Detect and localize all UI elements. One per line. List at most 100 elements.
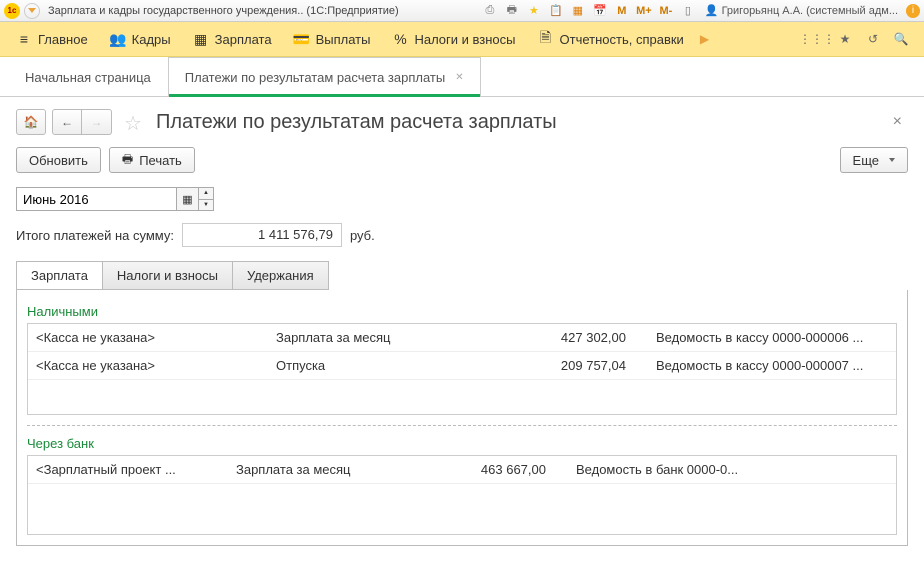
history-icon[interactable]: ↺: [864, 30, 882, 48]
printer-icon: 🖶: [122, 150, 133, 171]
nav-reports[interactable]: 🗎 Отчетность, справки: [528, 22, 694, 56]
action-buttons-row: Обновить 🖶 Печать Еще: [16, 147, 908, 173]
memory-mminus-icon[interactable]: М-: [657, 3, 675, 19]
page-title: Платежи по результатам расчета зарплаты: [156, 111, 557, 134]
cash-cell-account: <Касса не указана>: [36, 358, 276, 373]
search-icon[interactable]: 🔍: [892, 30, 910, 48]
table-row-empty: [28, 380, 896, 414]
nav-reports-label: Отчетность, справки: [560, 32, 684, 47]
nav-personnel-label: Кадры: [132, 32, 171, 47]
subtab-deductions[interactable]: Удержания: [233, 262, 328, 289]
page-close-button[interactable]: ×: [887, 113, 908, 131]
page-title-row: 🏠 ← → ☆ Платежи по результатам расчета з…: [16, 109, 908, 135]
calculator-icon[interactable]: ▦: [569, 3, 587, 19]
wallet-icon: 💳: [294, 31, 310, 47]
tab-close-icon[interactable]: ✕: [455, 72, 463, 83]
star-nav-icon[interactable]: ★: [836, 30, 854, 48]
home-button[interactable]: 🏠: [16, 109, 46, 135]
table-row[interactable]: <Касса не указана> Отпуска 209 757,04 Ве…: [28, 352, 896, 380]
bank-cell-doc: Ведомость в банк 0000-0...: [576, 462, 888, 477]
table-row[interactable]: <Зарплатный проект ... Зарплата за месяц…: [28, 456, 896, 484]
period-selector: ▦ ▲ ▼: [16, 187, 908, 211]
people-icon: 👥: [110, 31, 126, 47]
subtabs: Зарплата Налоги и взносы Удержания: [16, 261, 329, 290]
refresh-label: Обновить: [29, 153, 88, 168]
calendar-icon[interactable]: 📅: [591, 3, 609, 19]
memory-mplus-icon[interactable]: М+: [635, 3, 653, 19]
more-button[interactable]: Еще: [840, 147, 908, 173]
more-label: Еще: [853, 153, 879, 168]
section-bank-title: Через банк: [27, 436, 897, 451]
subtab-taxes[interactable]: Налоги и взносы: [103, 262, 233, 289]
back-button[interactable]: ←: [52, 109, 82, 135]
window-title: Зарплата и кадры государственного учрежд…: [48, 5, 399, 17]
table-row-empty: [28, 484, 896, 534]
info-icon[interactable]: i: [906, 4, 920, 18]
period-up-button[interactable]: ▲: [199, 188, 213, 200]
period-input[interactable]: [16, 187, 176, 211]
nav-main[interactable]: ≡ Главное: [6, 22, 98, 56]
print-icon[interactable]: 🖶: [503, 3, 521, 19]
calculator-nav-icon: ▦: [193, 31, 209, 47]
tab-start-page[interactable]: Начальная страница: [8, 57, 168, 96]
total-row: Итого платежей на сумму: 1 411 576,79 ру…: [16, 223, 908, 247]
print-preview-icon[interactable]: ⎙: [481, 3, 499, 19]
section-cash-title: Наличными: [27, 304, 897, 319]
app-menu-dropdown[interactable]: [24, 3, 40, 19]
cash-cell-type: Зарплата за месяц: [276, 330, 536, 345]
nav-salary[interactable]: ▦ Зарплата: [183, 22, 282, 56]
document-icon: 🗎: [538, 31, 554, 47]
nav-more-arrow-icon[interactable]: ▶: [696, 32, 713, 46]
cash-cell-doc: Ведомость в кассу 0000-000007 ...: [656, 358, 888, 373]
page-content: 🏠 ← → ☆ Платежи по результатам расчета з…: [0, 97, 924, 562]
subtab-panel: Наличными <Касса не указана> Зарплата за…: [16, 290, 908, 546]
main-toolbar: ≡ Главное 👥 Кадры ▦ Зарплата 💳 Выплаты %…: [0, 22, 924, 57]
bank-grid: <Зарплатный проект ... Зарплата за месяц…: [27, 455, 897, 535]
cash-grid: <Касса не указана> Зарплата за месяц 427…: [27, 323, 897, 415]
tab-payments[interactable]: Платежи по результатам расчета зарплаты …: [168, 57, 481, 96]
refresh-button[interactable]: Обновить: [16, 147, 101, 173]
subtab-salary[interactable]: Зарплата: [17, 262, 103, 289]
cash-cell-amount: 427 302,00: [536, 330, 656, 345]
memory-m-icon[interactable]: М: [613, 3, 631, 19]
window-titlebar: 1c Зарплата и кадры государственного учр…: [0, 0, 924, 22]
nav-main-label: Главное: [38, 32, 88, 47]
total-label: Итого платежей на сумму:: [16, 228, 174, 243]
cash-cell-doc: Ведомость в кассу 0000-000006 ...: [656, 330, 888, 345]
cash-cell-account: <Касса не указана>: [36, 330, 276, 345]
hamburger-icon: ≡: [16, 31, 32, 47]
app-logo-icon: 1c: [4, 3, 20, 19]
user-label: Григорьянц А.А. (системный адм...: [722, 5, 898, 17]
cash-cell-type: Отпуска: [276, 358, 536, 373]
nav-taxes-label: Налоги и взносы: [414, 32, 515, 47]
section-divider: [27, 425, 897, 426]
bank-cell-type: Зарплата за месяц: [236, 462, 456, 477]
cash-cell-amount: 209 757,04: [536, 358, 656, 373]
bank-cell-account: <Зарплатный проект ...: [36, 462, 236, 477]
page-favorite-icon[interactable]: ☆: [124, 111, 146, 133]
print-label: Печать: [139, 153, 182, 168]
total-value: 1 411 576,79: [182, 223, 342, 247]
clipboard-icon[interactable]: 📋: [547, 3, 565, 19]
favorite-icon[interactable]: ★: [525, 3, 543, 19]
current-user[interactable]: 👤 Григорьянц А.А. (системный адм...: [705, 4, 898, 17]
nav-back-forward: ← →: [52, 109, 112, 135]
tab-start-label: Начальная страница: [25, 70, 151, 85]
nav-payments-label: Выплаты: [316, 32, 371, 47]
nav-salary-label: Зарплата: [215, 32, 272, 47]
print-button[interactable]: 🖶 Печать: [109, 147, 195, 173]
period-calendar-button[interactable]: ▦: [176, 187, 198, 211]
forward-button[interactable]: →: [82, 109, 112, 135]
table-row[interactable]: <Касса не указана> Зарплата за месяц 427…: [28, 324, 896, 352]
user-icon: 👤: [705, 4, 719, 17]
nav-personnel[interactable]: 👥 Кадры: [100, 22, 181, 56]
document-tabs: Начальная страница Платежи по результата…: [0, 57, 924, 97]
nav-payments[interactable]: 💳 Выплаты: [284, 22, 381, 56]
panel-toggle-icon[interactable]: ▯: [679, 3, 697, 19]
period-down-button[interactable]: ▼: [199, 200, 213, 211]
nav-taxes[interactable]: % Налоги и взносы: [382, 22, 525, 56]
apps-grid-icon[interactable]: ⋮⋮⋮: [808, 30, 826, 48]
currency-label: руб.: [350, 228, 375, 243]
tab-payments-label: Платежи по результатам расчета зарплаты: [185, 70, 445, 85]
percent-icon: %: [392, 31, 408, 47]
